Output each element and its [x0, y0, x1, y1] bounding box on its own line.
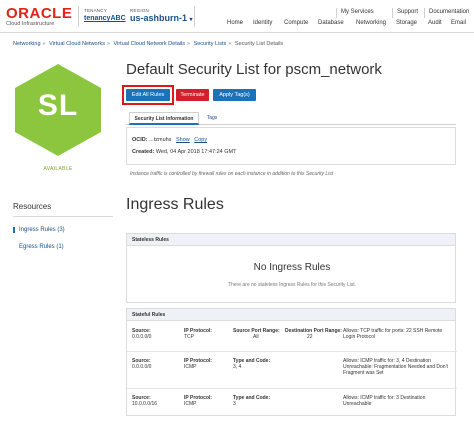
nav-networking[interactable]: Networking [356, 20, 386, 26]
source-value: 0.0.0.0/0 [132, 334, 152, 340]
chevron-down-icon: ▾ [189, 17, 193, 23]
region-value: us-ashburn-1 [130, 13, 188, 23]
nav-audit[interactable]: Audit [428, 20, 442, 26]
source-value: 0.0.0.0/0 [132, 364, 152, 370]
no-ingress-rules-message: There are no stateless Ingress Rules for… [227, 282, 357, 288]
type-code-value: 3 [233, 401, 236, 407]
support-link[interactable]: Support [397, 9, 418, 15]
hexagon-initials: SL [37, 89, 79, 122]
allows-text: Allows: TCP traffic for ports: 22 SSH Re… [343, 328, 443, 340]
resources-divider [13, 216, 113, 217]
breadcrumb-vcn-details[interactable]: Virtual Cloud Network Details [114, 41, 185, 47]
ocid-label: OCID: [132, 137, 148, 143]
status-badge: AVAILABLE [43, 166, 73, 172]
security-list-hexagon-icon: SL [13, 62, 103, 158]
stateful-rules-header: Stateful Rules [127, 309, 455, 321]
copy-ocid-link[interactable]: Copy [194, 137, 207, 143]
logo-text: ORACLE [6, 5, 73, 22]
nav-compute[interactable]: Compute [284, 20, 308, 26]
allows-text: Allows: ICMP traffic for: 3, 4 Destinati… [343, 358, 448, 376]
nav-email[interactable]: Email [451, 20, 466, 26]
header-divider [194, 6, 195, 27]
detail-tabs: Security List Information Tags [126, 112, 456, 125]
nav-home[interactable]: Home [227, 20, 243, 26]
firewall-note: Instance traffic is controlled by firewa… [130, 171, 334, 177]
stateful-rules-panel: Stateful Rules Source: 0.0.0.0/0 IP Proto… [126, 308, 457, 416]
type-code-value: 3, 4 [233, 364, 242, 370]
logo-subtitle: Cloud Infrastructure [6, 21, 55, 27]
type-code-label: Type and Code: [233, 395, 271, 401]
allows-text: Allows: ICMP traffic for: 3 Destination … [343, 395, 426, 407]
header-divider [78, 6, 79, 27]
table-row: Source: 10.0.0.0/16 IP Protocol: ICMP Type… [127, 389, 457, 416]
stateless-rules-panel: Stateless Rules No Ingress Rules There a… [126, 233, 456, 303]
created-label: Created: [132, 149, 155, 155]
table-row: Source: 0.0.0.0/0 IP Protocol: ICMP Type a… [127, 352, 457, 389]
breadcrumb-networking[interactable]: Networking [13, 41, 41, 47]
ocid-value: ...tzmuhs [149, 137, 172, 143]
breadcrumb-vcns[interactable]: Virtual Cloud Networks [49, 41, 105, 47]
protocol-value: ICMP [184, 364, 197, 370]
nav-identity[interactable]: Identity [253, 20, 272, 26]
top-bar: ORACLE Cloud Infrastructure TENANCY tena… [0, 0, 474, 33]
created-value: Wed, 04 Apr 2018 17:47:24 GMT [155, 149, 237, 155]
sidebar-item-ingress-rules[interactable]: Ingress Rules (3) [13, 227, 113, 233]
tenancy-label: TENANCY [84, 8, 107, 13]
nav-database[interactable]: Database [318, 20, 344, 26]
breadcrumb: Networking» Virtual Cloud Networks» Virt… [13, 41, 284, 47]
region-selector[interactable]: us-ashburn-1 ▾ [130, 13, 193, 23]
tenancy-value[interactable]: tenancyABC [84, 15, 126, 22]
sidebar-item-egress-rules[interactable]: Egress Rules (1) [19, 244, 64, 250]
source-value: 10.0.0.0/16 [132, 401, 158, 407]
nav-storage[interactable]: Storage [396, 20, 417, 26]
oracle-logo[interactable]: ORACLE Cloud Infrastructure [6, 5, 73, 28]
ingress-rules-title: Ingress Rules [126, 196, 224, 213]
created-line: Created: Wed, 04 Apr 2018 17:47:24 GMT [132, 149, 236, 155]
tab-tags[interactable]: Tags [202, 112, 222, 125]
info-panel: OCID: ...tzmuhs Show Copy Created: Wed, … [126, 127, 456, 165]
protocol-value: ICMP [184, 401, 197, 407]
edit-all-rules-button[interactable]: Edit All Rules [126, 89, 170, 101]
resources-title: Resources [13, 202, 52, 211]
no-ingress-rules-title: No Ingress Rules [253, 262, 331, 273]
page-title: Default Security List for pscm_network [126, 61, 382, 78]
dest-port-value: 22 [307, 334, 313, 340]
protocol-value: TCP [184, 334, 194, 340]
documentation-link[interactable]: Documentation [429, 9, 469, 15]
header-divider [392, 8, 393, 18]
breadcrumb-security-lists[interactable]: Security Lists [194, 41, 227, 47]
ocid-line: OCID: ...tzmuhs Show Copy [132, 137, 207, 143]
source-port-value: All [253, 334, 259, 340]
header-divider [336, 8, 337, 18]
tab-security-list-information[interactable]: Security List Information [129, 112, 199, 125]
header-divider [424, 8, 425, 18]
my-services-link[interactable]: My Services [341, 9, 374, 15]
terminate-button[interactable]: Terminate [176, 89, 209, 101]
table-row: Source: 0.0.0.0/0 IP Protocol: TCP Source … [127, 322, 457, 352]
show-ocid-link[interactable]: Show [176, 137, 190, 143]
stateless-rules-header: Stateless Rules [127, 234, 455, 246]
apply-tags-button[interactable]: Apply Tag(s) [213, 89, 256, 101]
breadcrumb-current: Security List Details [234, 41, 284, 47]
